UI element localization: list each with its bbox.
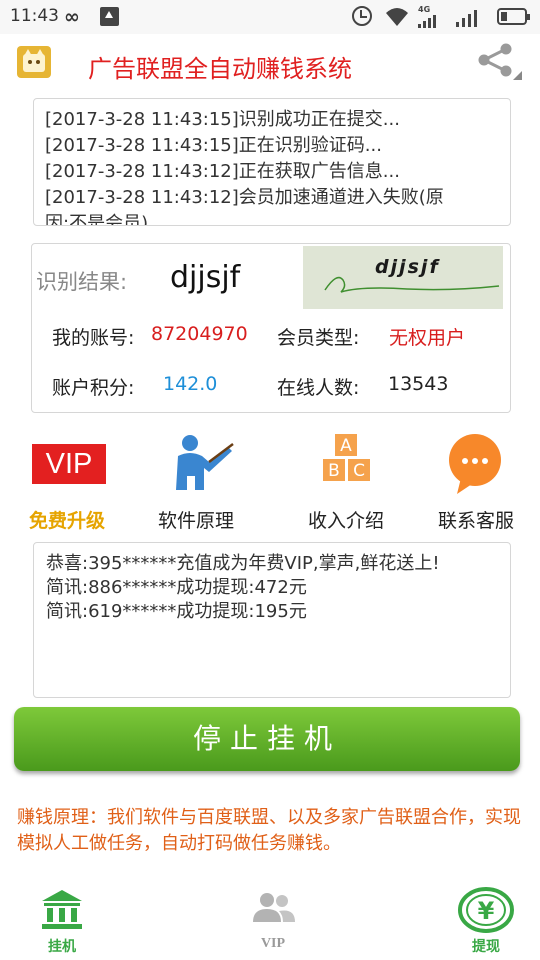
recognition-value: djjsjf bbox=[170, 260, 241, 295]
users-icon bbox=[253, 893, 295, 922]
nav-item-withdraw[interactable]: ¥ 提现 bbox=[426, 880, 540, 960]
signal-icon-2 bbox=[456, 9, 484, 27]
battery-icon bbox=[497, 8, 530, 25]
signal-icon bbox=[418, 14, 446, 28]
infinity-icon: ∞ bbox=[64, 6, 80, 28]
svg-text:A: A bbox=[340, 436, 352, 456]
feature-row: VIP 免费升级 软件原理 A B C 收入介绍 联系客服 bbox=[0, 430, 540, 540]
bottom-nav: 挂机 VIP ¥ 提现 bbox=[0, 880, 540, 960]
nav-label-vip: VIP bbox=[260, 936, 286, 951]
status-time: 11:43 bbox=[10, 6, 59, 26]
page-title: 广告联盟全自动赚钱系统 bbox=[88, 55, 352, 83]
share-icon[interactable] bbox=[476, 40, 516, 80]
chat-bubble-icon bbox=[449, 434, 501, 494]
stop-hangup-button[interactable]: 停止挂机 bbox=[14, 707, 520, 771]
teacher-icon bbox=[176, 435, 234, 490]
alarm-icon bbox=[352, 6, 372, 26]
upgrade-label: 免费升级 bbox=[28, 510, 105, 532]
member-type-value: 无权用户 bbox=[389, 327, 466, 349]
announcement-line: 简讯:886******成功提现:472元 bbox=[46, 577, 307, 598]
account-label: 我的账号: bbox=[52, 327, 135, 349]
online-value: 13543 bbox=[388, 373, 449, 395]
captcha-image: djjsjf bbox=[303, 246, 503, 309]
app-logo-icon bbox=[17, 46, 51, 78]
app-header: 广告联盟全自动赚钱系统 bbox=[0, 34, 540, 90]
svg-text:¥: ¥ bbox=[478, 897, 495, 925]
recognition-label: 识别结果: bbox=[36, 270, 128, 294]
svg-text:B: B bbox=[328, 461, 340, 481]
log-line: [2017-3-28 11:43:15]正在识别验证码... bbox=[45, 135, 382, 156]
network-type-label: 4G bbox=[418, 5, 431, 14]
wifi-icon bbox=[386, 8, 408, 26]
nav-item-vip[interactable]: VIP bbox=[213, 880, 333, 960]
contact-support-label: 联系客服 bbox=[437, 510, 514, 532]
income-intro-button[interactable]: A B C 收入介绍 bbox=[281, 430, 411, 534]
log-line: 因:不是会员) bbox=[45, 213, 149, 226]
upload-icon bbox=[100, 7, 119, 26]
software-principle-label: 软件原理 bbox=[157, 510, 234, 532]
nav-item-hangup[interactable]: 挂机 bbox=[2, 880, 122, 960]
vip-icon: VIP bbox=[32, 444, 106, 484]
abc-blocks-icon: A B C bbox=[323, 434, 370, 481]
software-principle-button[interactable]: 软件原理 bbox=[131, 430, 261, 534]
yuan-icon: ¥ bbox=[458, 887, 514, 933]
points-label: 账户积分: bbox=[52, 377, 135, 399]
nav-label-hangup: 挂机 bbox=[48, 939, 76, 955]
svg-text:C: C bbox=[353, 461, 365, 481]
overflow-indicator bbox=[513, 71, 522, 80]
online-label: 在线人数: bbox=[277, 377, 360, 399]
nav-label-withdraw: 提现 bbox=[472, 939, 500, 955]
announcement-box[interactable]: 恭喜:395******充值成为年费VIP,掌声,鲜花送上! 简讯:886***… bbox=[33, 542, 511, 698]
upgrade-button[interactable]: VIP 免费升级 bbox=[2, 430, 132, 534]
activity-log[interactable]: [2017-3-28 11:43:15]识别成功正在提交... [2017-3-… bbox=[33, 98, 511, 226]
info-card: 识别结果: djjsjf djjsjf 我的账号: 87204970 会员类型:… bbox=[31, 243, 511, 413]
points-value: 142.0 bbox=[163, 373, 218, 395]
member-type-label: 会员类型: bbox=[277, 327, 360, 349]
announcement-line: 恭喜:395******充值成为年费VIP,掌声,鲜花送上! bbox=[46, 553, 440, 574]
captcha-text: djjsjf bbox=[375, 256, 440, 278]
income-intro-label: 收入介绍 bbox=[307, 510, 384, 532]
account-value: 87204970 bbox=[151, 323, 248, 345]
earning-principle-text: 赚钱原理：我们软件与百度联盟、以及多家广告联盟合作，实现模拟人工做任务，自动打码… bbox=[17, 807, 521, 854]
log-line: [2017-3-28 11:43:12]会员加速通道进入失败(原 bbox=[45, 187, 444, 208]
log-line: [2017-3-28 11:43:12]正在获取广告信息... bbox=[45, 161, 400, 182]
bank-icon bbox=[42, 890, 82, 929]
status-bar: 11:43 ∞ 4G bbox=[0, 0, 540, 34]
contact-support-button[interactable]: 联系客服 bbox=[411, 430, 540, 534]
log-line: [2017-3-28 11:43:15]识别成功正在提交... bbox=[45, 109, 400, 130]
announcement-line: 简讯:619******成功提现:195元 bbox=[46, 601, 307, 622]
